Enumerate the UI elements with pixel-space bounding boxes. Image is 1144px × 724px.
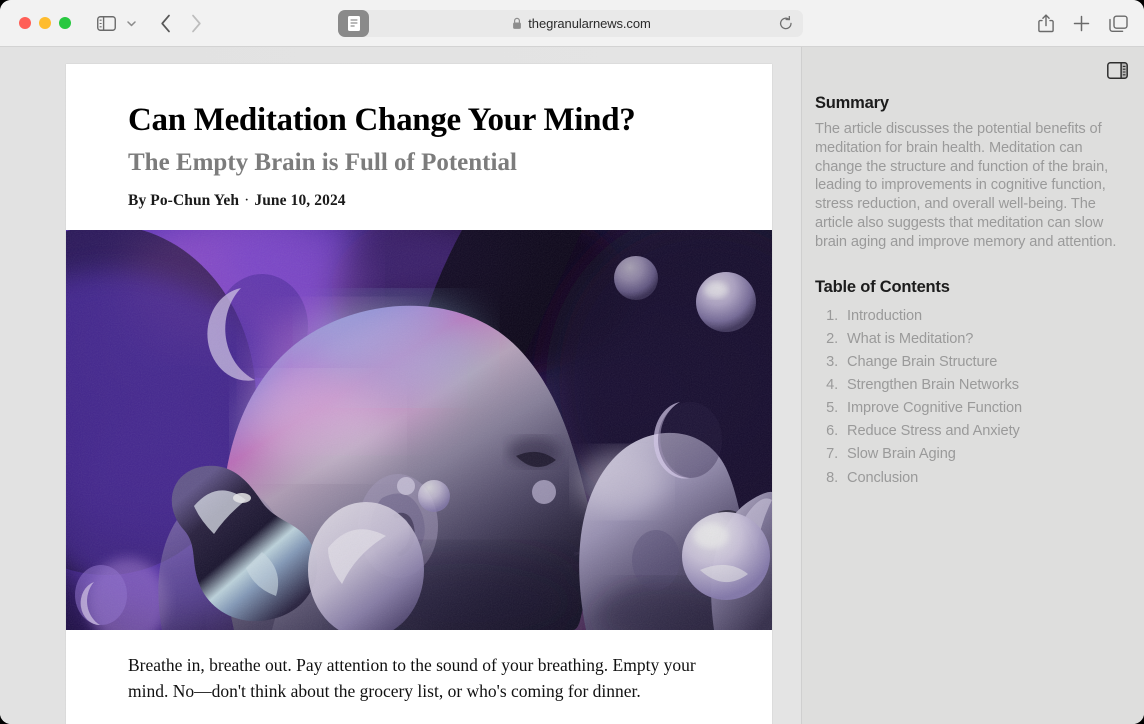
- minimize-button[interactable]: [39, 17, 51, 29]
- article-author: By Po-Chun Yeh: [128, 191, 240, 209]
- forward-button[interactable]: [190, 14, 202, 33]
- toc-item[interactable]: What is Meditation?: [842, 328, 1126, 351]
- tab-overview-icon[interactable]: [1109, 15, 1128, 33]
- article-content-area: Can Meditation Change Your Mind? The Emp…: [0, 47, 801, 724]
- toc-item[interactable]: Slow Brain Aging: [842, 443, 1126, 466]
- reader-sidebar: Summary The article discusses the potent…: [801, 47, 1144, 724]
- sidebar-toggle-icon[interactable]: [97, 15, 116, 31]
- toc-item[interactable]: Introduction: [842, 305, 1126, 328]
- hero-image: [66, 229, 772, 630]
- new-tab-icon[interactable]: [1073, 15, 1090, 32]
- article-date: June 10, 2024: [254, 191, 346, 209]
- lock-icon: [513, 17, 522, 29]
- close-button[interactable]: [19, 17, 31, 29]
- zoom-button[interactable]: [59, 17, 71, 29]
- toc-item[interactable]: Improve Cognitive Function: [842, 397, 1126, 420]
- page-title: Can Meditation Change Your Mind?: [128, 102, 636, 138]
- article-body: Breathe in, breathe out. Pay attention t…: [66, 630, 772, 724]
- toc-heading: Table of Contents: [815, 277, 950, 296]
- table-of-contents-list: IntroductionWhat is Meditation?Change Br…: [815, 305, 1126, 490]
- share-icon[interactable]: [1038, 14, 1054, 33]
- body-paragraph: Breathe in, breathe out. Pay attention t…: [128, 654, 696, 701]
- page-body: Can Meditation Change Your Mind? The Emp…: [0, 47, 1144, 724]
- article-card: Can Meditation Change Your Mind? The Emp…: [66, 64, 772, 724]
- browser-window: thegranularnews.com Can Meditation Chang…: [0, 0, 1144, 724]
- article-header: Can Meditation Change Your Mind? The Emp…: [66, 64, 772, 210]
- sidebar-panel-icon[interactable]: [1107, 62, 1128, 79]
- toolbar-actions: [1038, 0, 1128, 47]
- hero-illustration: [66, 229, 772, 630]
- toc-item[interactable]: Conclusion: [842, 467, 1126, 490]
- toc-item[interactable]: Change Brain Structure: [842, 351, 1126, 374]
- toc-item[interactable]: Reduce Stress and Anxiety: [842, 420, 1126, 443]
- article-byline: By Po-Chun Yeh · June 10, 2024: [128, 192, 710, 210]
- url-display[interactable]: thegranularnews.com: [340, 16, 803, 31]
- window-controls: [19, 17, 71, 29]
- reload-icon[interactable]: [779, 15, 793, 36]
- back-button[interactable]: [160, 14, 172, 33]
- chevron-down-icon[interactable]: [125, 17, 138, 30]
- summary-text: The article discusses the potential bene…: [815, 121, 1117, 250]
- byline-separator: ·: [244, 191, 250, 209]
- article-subtitle: The Empty Brain is Full of Potential: [128, 148, 517, 176]
- url-text: thegranularnews.com: [528, 16, 651, 31]
- summary-heading: Summary: [815, 94, 889, 112]
- reader-mode-icon[interactable]: [338, 10, 369, 37]
- address-bar[interactable]: thegranularnews.com: [338, 10, 803, 37]
- browser-toolbar: thegranularnews.com: [0, 0, 1144, 47]
- sidebar-content: Summary The article discusses the potent…: [802, 94, 1144, 490]
- toc-item[interactable]: Strengthen Brain Networks: [842, 374, 1126, 397]
- sidebar-header: [802, 47, 1144, 94]
